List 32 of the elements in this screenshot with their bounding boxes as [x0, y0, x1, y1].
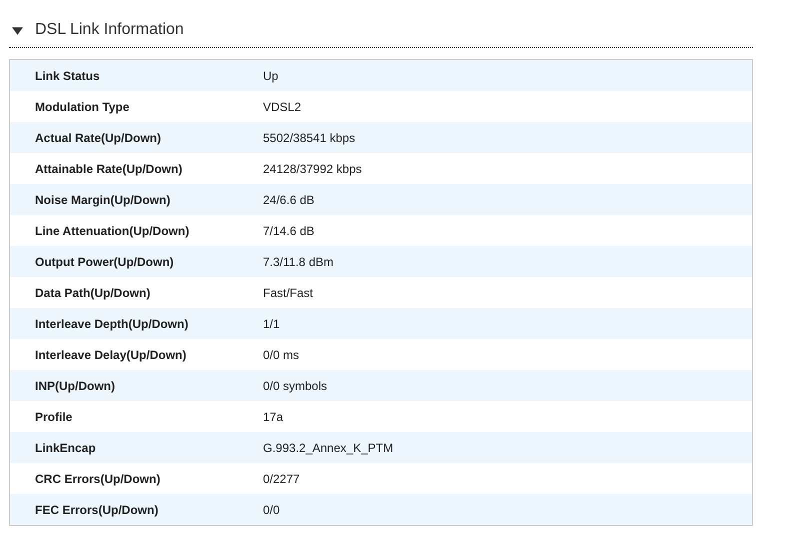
field-value: 24/6.6 dB	[263, 192, 314, 206]
field-label: FEC Errors(Up/Down)	[34, 502, 160, 516]
field-value: Fast/Fast	[263, 286, 314, 300]
field-value: 0/0 ms	[263, 348, 300, 362]
field-value: 0/2277	[263, 472, 300, 486]
field-value: G.993.2_Annex_K_PTM	[263, 440, 394, 454]
field-label: Interleave Depth(Up/Down)	[34, 316, 190, 330]
field-value: 17a	[263, 410, 284, 424]
field-label: Interleave Delay(Up/Down)	[34, 348, 188, 362]
field-label: Output Power(Up/Down)	[34, 254, 175, 268]
field-label: INP(Up/Down)	[34, 378, 116, 392]
field-label: CRC Errors(Up/Down)	[34, 472, 162, 486]
field-value: 0/0	[263, 502, 280, 516]
field-value: 7.3/11.8 dBm	[263, 254, 334, 268]
collapse-triangle-icon[interactable]	[12, 24, 23, 36]
field-value: 0/0 symbols	[263, 378, 328, 392]
field-value: VDSL2	[263, 100, 302, 114]
field-label: Line Attenuation(Up/Down)	[34, 224, 190, 238]
field-label: Profile	[34, 410, 74, 424]
field-value: 24128/37992 kbps	[263, 162, 362, 176]
field-label: Modulation Type	[34, 100, 130, 114]
field-value: 5502/38541 kbps	[263, 130, 356, 144]
field-label: Link Status	[34, 68, 101, 82]
field-label: Attainable Rate(Up/Down)	[34, 162, 184, 176]
field-label: Actual Rate(Up/Down)	[34, 130, 162, 144]
field-value: 1/1	[263, 316, 280, 330]
section-title: DSL Link Information	[35, 21, 184, 39]
field-label: LinkEncap	[34, 440, 97, 454]
field-label: Noise Margin(Up/Down)	[34, 192, 172, 206]
field-label: Data Path(Up/Down)	[34, 286, 152, 300]
field-value: Up	[263, 68, 278, 82]
field-value: 7/14.6 dB	[263, 224, 314, 238]
